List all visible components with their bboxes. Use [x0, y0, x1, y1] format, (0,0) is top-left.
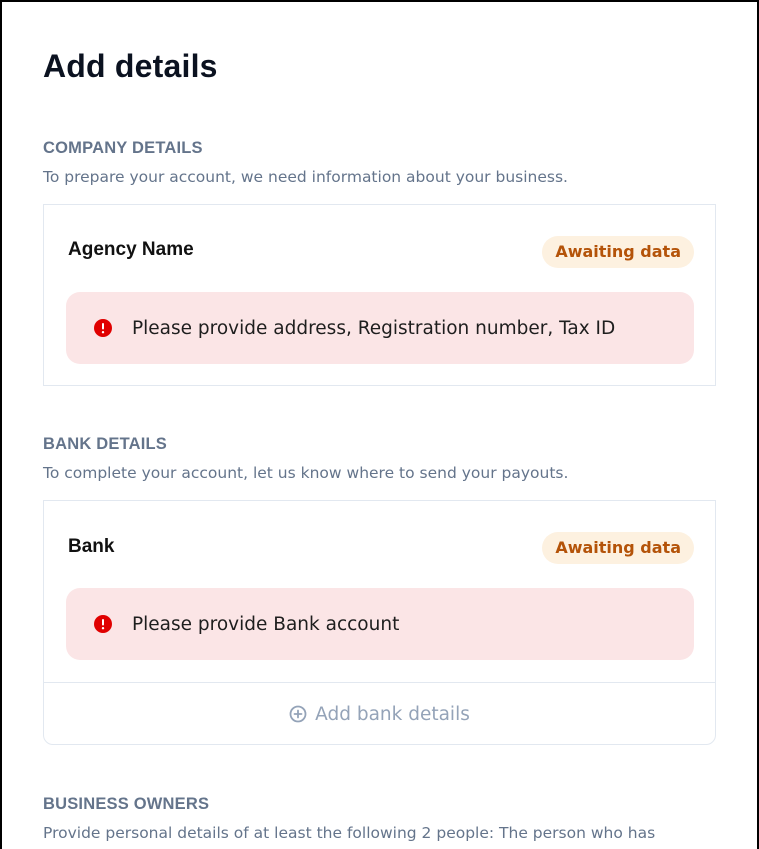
plus-circle-icon [289, 705, 307, 723]
company-card-title: Agency Name [68, 239, 194, 260]
company-card: Agency Name Awaiting data Please provide… [43, 204, 716, 386]
bank-details-heading: BANK DETAILS [43, 435, 168, 453]
status-badge: Awaiting data [542, 236, 694, 268]
page-frame: Add details COMPANY DETAILS To prepare y… [0, 0, 759, 849]
company-error-alert: Please provide address, Registration num… [66, 292, 694, 364]
bank-alert-text: Please provide Bank account [132, 613, 400, 635]
company-alert-text: Please provide address, Registration num… [132, 317, 616, 339]
business-owners-heading: BUSINESS OWNERS [43, 795, 210, 813]
bank-details-description: To complete your account, let us know wh… [43, 464, 569, 482]
bank-card: Bank Awaiting data Please provide Bank a… [43, 500, 716, 745]
bank-error-alert: Please provide Bank account [66, 588, 694, 660]
error-icon [94, 319, 112, 337]
status-badge: Awaiting data [542, 532, 694, 564]
company-details-heading: COMPANY DETAILS [43, 139, 203, 157]
page-title: Add details [43, 48, 218, 84]
error-icon [94, 615, 112, 633]
company-details-description: To prepare your account, we need informa… [43, 168, 568, 186]
add-bank-details-label: Add bank details [315, 703, 470, 725]
bank-card-title: Bank [68, 536, 115, 557]
business-owners-description: Provide personal details of at least the… [43, 824, 656, 842]
add-bank-details-button[interactable]: Add bank details [44, 683, 715, 745]
